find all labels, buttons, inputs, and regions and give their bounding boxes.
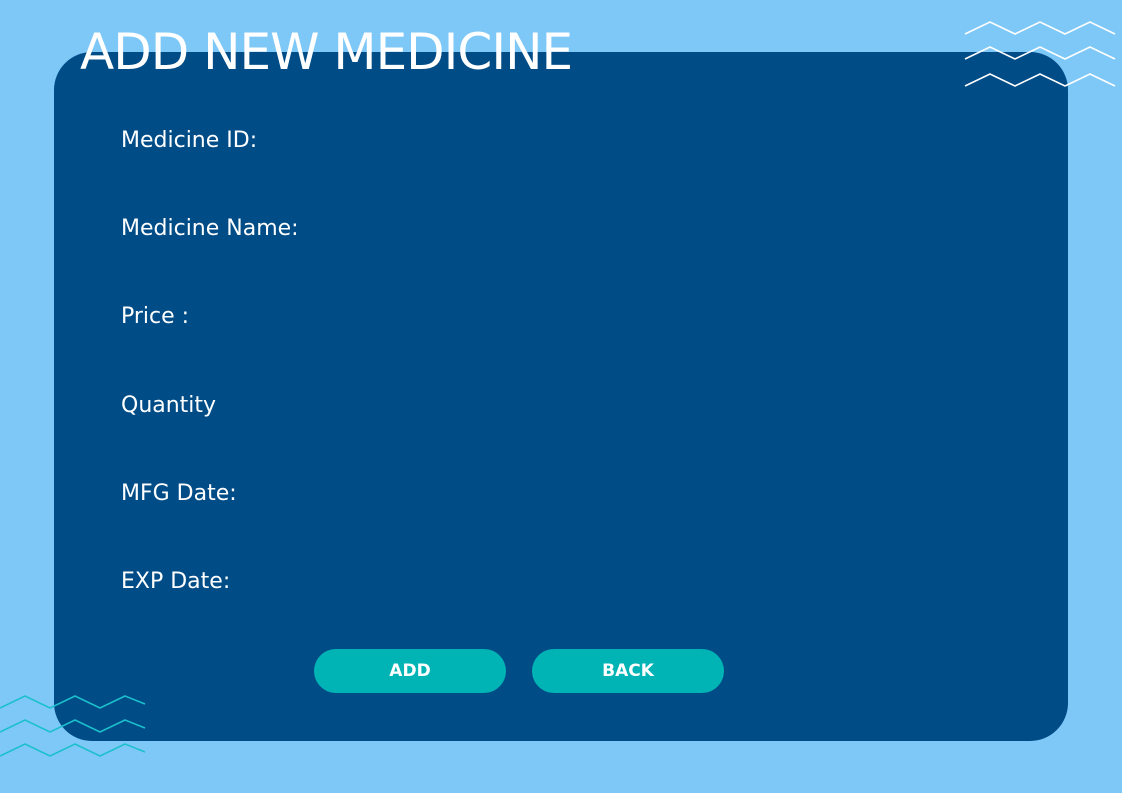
zigzag-decoration-top-right-icon (964, 21, 1116, 87)
medicine-name-label: Medicine Name: (121, 216, 299, 241)
mfg-date-label: MFG Date: (121, 481, 237, 506)
page-title: ADD NEW MEDICINE (80, 23, 573, 81)
quantity-label: Quantity (121, 393, 217, 418)
exp-date-label: EXP Date: (121, 569, 231, 594)
zigzag-decoration-bottom-left-icon (0, 695, 146, 757)
price-label: Price : (121, 304, 190, 329)
add-button[interactable]: ADD (314, 649, 506, 693)
medicine-id-label: Medicine ID: (121, 128, 258, 153)
back-button[interactable]: BACK (532, 649, 724, 693)
